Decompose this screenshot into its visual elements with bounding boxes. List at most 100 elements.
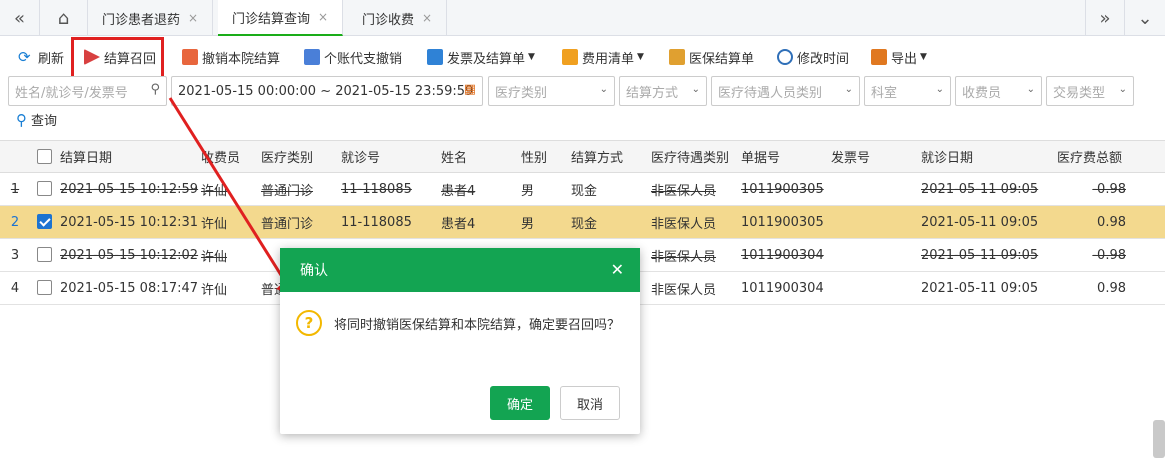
close-icon[interactable]: × [188,11,198,25]
department-placeholder: 科室 [871,85,898,101]
tab-label: 门诊结算查询 [232,11,311,27]
calendar-icon[interactable]: ▦ [464,82,476,97]
row-checkbox[interactable] [37,181,52,196]
settlement-method-select[interactable]: 结算方式 ⌄ [619,76,707,106]
col-doc-no[interactable]: 单据号 [741,141,780,172]
chevron-down-icon: ⌄ [691,84,700,95]
cashier-select[interactable]: 收费员 ⌄ [955,76,1042,106]
cell-doc-no: 1011900304 [741,280,824,296]
modify-time-label: 修改时间 [797,51,850,67]
date-range-value: 2021-05-15 00:00:00 ~ 2021-05-15 23:59:5… [178,83,474,99]
cell-settle-method: 现金 [571,216,598,232]
col-cashier[interactable]: 收费员 [201,141,240,172]
row-checkbox[interactable] [37,280,52,295]
settlement-method-placeholder: 结算方式 [626,85,679,101]
insurance-bill-icon [669,49,685,65]
cell-doc-no: 1011900304 [741,247,824,263]
tab-outpatient-charge[interactable]: 门诊收费 × [348,0,448,36]
tab-settlement-query[interactable]: 门诊结算查询 × [218,0,344,36]
collapse-left-icon[interactable]: « [0,0,40,36]
select-all-checkbox[interactable] [37,149,52,164]
cell-treatment-category: 非医保人员 [651,216,717,232]
personal-account-cancel-button[interactable]: 个账代支撤销 [304,44,402,70]
tab-bar: « ⌂ 门诊患者退药 × 门诊结算查询 × 门诊收费 × » ⌄ [0,0,1165,36]
cell-visit-date: 2021-05-11 09:05 [921,280,1039,296]
highlight-box [71,37,164,79]
export-button[interactable]: 导出 ▼ [871,44,927,70]
tab-label: 门诊患者退药 [102,12,181,28]
home-icon[interactable]: ⌂ [40,0,88,36]
tab-label: 门诊收费 [362,12,415,28]
dialog-header: 确认 ✕ [280,248,640,292]
cancel-button[interactable]: 取消 [560,386,620,420]
chevron-down-icon[interactable]: ⌄ [1125,0,1165,36]
row-checkbox[interactable] [37,247,52,262]
query-button[interactable]: ⚲ 查询 [16,110,58,130]
table-row[interactable]: 1 2021-05-15 10:12:59 许仙 普通门诊 11-118085 … [0,173,1165,206]
search-icon: ⚲ [16,110,27,129]
medical-type-placeholder: 医疗类别 [495,85,548,101]
modify-time-button[interactable]: 修改时间 [777,44,849,70]
refresh-label: 刷新 [38,51,65,67]
insurance-bill-label: 医保结算单 [689,51,755,67]
search-icon[interactable]: ⚲ [150,82,160,97]
cell-medical-type: 普通门诊 [261,216,314,232]
col-treatment-category[interactable]: 医疗待遇类别 [651,141,729,172]
chevron-down-icon: ⌄ [1118,84,1127,95]
cell-cashier: 许仙 [201,249,228,265]
caret-down-icon: ▼ [528,52,535,62]
transaction-type-placeholder: 交易类型 [1053,85,1106,101]
col-visit-no[interactable]: 就诊号 [341,141,380,172]
tab-outpatient-drug-return[interactable]: 门诊患者退药 × [88,0,214,36]
cell-settle-date: 2021-05-15 10:12:31 [60,214,199,230]
confirm-dialog: 确认 ✕ ? 将同时撤销医保结算和本院结算，确定要召回吗？ 确定 取消 [280,248,640,434]
cell-treatment-category: 非医保人员 [651,183,717,199]
cell-doc-no: 1011900305 [741,214,824,230]
close-icon[interactable]: × [318,10,328,24]
toolbar: ⟳ 刷新 结算召回 撤销本院结算 个账代支撤销 发票及结算单 ▼ 费用清单 ▼ … [0,40,1165,72]
vertical-scrollbar[interactable] [1153,420,1165,458]
caret-down-icon: ▼ [637,52,644,62]
col-settle-date[interactable]: 结算日期 [60,141,112,172]
table-header: 结算日期 收费员 医疗类别 就诊号 姓名 性别 结算方式 医疗待遇类别 单据号 … [0,140,1165,173]
col-total[interactable]: 医疗费总额 [1057,141,1122,172]
caret-down-icon: ▼ [920,52,927,62]
dialog-title: 确认 [300,263,328,279]
col-name[interactable]: 姓名 [441,141,467,172]
col-sex[interactable]: 性别 [521,141,547,172]
chevron-down-icon: ⌄ [599,84,608,95]
invoice-settlement-button[interactable]: 发票及结算单 ▼ [427,44,535,70]
cell-visit-no: 11-118085 [341,214,412,230]
fee-list-button[interactable]: 费用清单 ▼ [562,44,644,70]
cell-doc-no: 1011900305 [741,181,824,197]
chevron-down-icon: ⌄ [844,84,853,95]
insurance-bill-button[interactable]: 医保结算单 [669,44,754,70]
search-input[interactable]: 姓名/就诊号/发票号 ⚲ [8,76,167,106]
row-checkbox[interactable] [37,214,52,229]
medical-type-select[interactable]: 医疗类别 ⌄ [488,76,615,106]
treatment-category-select[interactable]: 医疗待遇人员类别 ⌄ [711,76,860,106]
ok-button[interactable]: 确定 [490,386,550,420]
close-icon[interactable]: × [422,11,432,25]
transaction-type-select[interactable]: 交易类型 ⌄ [1046,76,1134,106]
department-select[interactable]: 科室 ⌄ [864,76,951,106]
cell-settle-date: 2021-05-15 08:17:47 [60,280,199,296]
cell-cashier: 许仙 [201,183,228,199]
collapse-right-icon[interactable]: » [1085,0,1125,36]
refresh-button[interactable]: ⟳ 刷新 [18,44,64,70]
table-row[interactable]: 2 2021-05-15 10:12:31 许仙 普通门诊 11-118085 … [0,206,1165,239]
refresh-icon: ⟳ [18,48,31,66]
cancel-hospital-settlement-button[interactable]: 撤销本院结算 [182,44,280,70]
cell-total: -0.98 [1092,181,1126,197]
date-range-input[interactable]: 2021-05-15 00:00:00 ~ 2021-05-15 23:59:5… [171,76,483,106]
col-visit-date[interactable]: 就诊日期 [921,141,973,172]
col-invoice-no[interactable]: 发票号 [831,141,870,172]
dialog-message: 将同时撤销医保结算和本院结算，确定要召回吗？ [334,318,621,333]
col-medical-type[interactable]: 医疗类别 [261,141,313,172]
invoice-label: 发票及结算单 [447,51,526,67]
cell-medical-type: 普通门诊 [261,183,314,199]
col-settle-method[interactable]: 结算方式 [571,141,623,172]
query-label: 查询 [31,114,58,129]
close-icon[interactable]: ✕ [611,260,624,279]
row-number: 2 [10,214,20,230]
